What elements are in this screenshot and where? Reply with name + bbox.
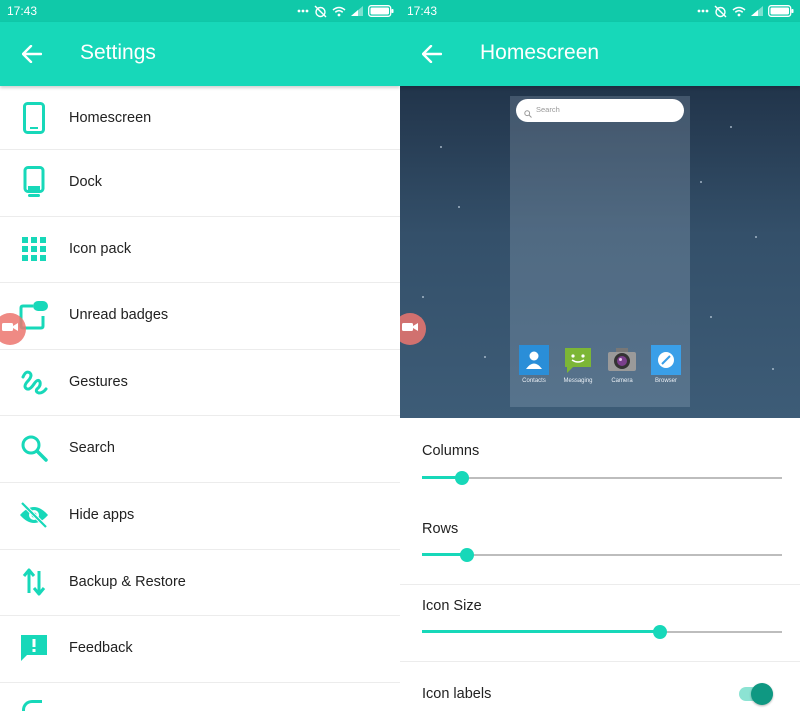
- settings-item-feedback[interactable]: Feedback: [0, 616, 400, 683]
- settings-item-label: Hide apps: [69, 506, 135, 523]
- swap-vertical-icon: [18, 565, 50, 599]
- wallpaper-star: [755, 236, 757, 238]
- wallpaper-star: [700, 181, 702, 183]
- icon-size-setting: Icon Size: [400, 585, 800, 661]
- status-icons: [697, 4, 794, 18]
- app-bar: Settings: [0, 22, 400, 86]
- alarm-off-icon: [314, 5, 327, 18]
- icon-size-slider[interactable]: [422, 622, 782, 642]
- preview-dock: Contacts Messaging Camera Browser: [516, 345, 684, 393]
- icon-labels-toggle[interactable]: [738, 680, 774, 708]
- wifi-icon: [332, 6, 346, 17]
- eye-off-icon: [18, 498, 50, 532]
- settings-item-unread-badges[interactable]: Unread badges: [0, 283, 400, 350]
- preview-app-contacts: Contacts: [516, 345, 552, 393]
- settings-item-label: Gestures: [69, 373, 128, 390]
- preview-app-label: Camera: [611, 378, 633, 384]
- columns-label: Columns: [422, 443, 480, 459]
- camera-icon: [607, 345, 637, 375]
- page-title: Settings: [80, 41, 156, 64]
- search-icon: [18, 431, 50, 465]
- settings-item-label: Feedback: [69, 640, 133, 657]
- preview-phone-frame: Search Contacts Messaging Camera Browser: [510, 96, 690, 407]
- slider-track: [422, 477, 782, 479]
- wallpaper-star: [772, 368, 774, 370]
- wifi-icon: [732, 6, 746, 17]
- arrow-back-icon[interactable]: [18, 40, 46, 68]
- partial-next-item-icon: [22, 700, 42, 711]
- app-bar: Homescreen: [400, 22, 800, 86]
- settings-item-hide-apps[interactable]: Hide apps: [0, 483, 400, 550]
- columns-setting: Columns: [400, 418, 800, 506]
- browser-icon: [651, 345, 681, 375]
- battery-icon: [368, 5, 394, 17]
- settings-item-icon-pack[interactable]: Icon pack: [0, 217, 400, 284]
- preview-search-placeholder: Search: [536, 105, 560, 114]
- settings-item-label: Icon pack: [69, 240, 132, 257]
- columns-slider[interactable]: [422, 468, 782, 488]
- wallpaper-star: [458, 206, 460, 208]
- settings-item-label: Homescreen: [69, 110, 152, 126]
- feedback-icon: [18, 631, 50, 665]
- slider-thumb[interactable]: [454, 471, 469, 485]
- signal-icon: [351, 6, 363, 16]
- messaging-icon: [563, 345, 593, 375]
- contacts-icon: [519, 345, 549, 375]
- slider-thumb[interactable]: [652, 625, 667, 639]
- more-dots-icon: [697, 9, 709, 13]
- more-dots-icon: [297, 9, 309, 13]
- toggle-thumb[interactable]: [751, 683, 773, 705]
- slider-track: [422, 554, 782, 556]
- search-icon: [524, 105, 532, 123]
- grid-icon: [18, 232, 50, 266]
- rows-slider[interactable]: [422, 545, 782, 565]
- preview-app-camera: Camera: [604, 345, 640, 393]
- status-icons: [297, 4, 394, 18]
- settings-item-label: Backup & Restore: [69, 573, 186, 590]
- signal-icon: [751, 6, 763, 16]
- wallpaper-star: [484, 356, 486, 358]
- wallpaper-star: [440, 146, 442, 148]
- preview-app-messaging: Messaging: [560, 345, 596, 393]
- status-time: 17:43: [7, 4, 38, 18]
- rows-setting: Rows: [400, 506, 800, 584]
- settings-screen: 17:43 Settings Homescreen Dock Icon pack…: [0, 0, 400, 711]
- preview-app-browser: Browser: [648, 345, 684, 393]
- preview-app-label: Messaging: [563, 378, 593, 384]
- camera-record-icon: [1, 320, 19, 338]
- wallpaper-star: [422, 296, 424, 298]
- settings-item-backup-restore[interactable]: Backup & Restore: [0, 550, 400, 617]
- battery-icon: [768, 5, 794, 17]
- wallpaper-star: [710, 316, 712, 318]
- camera-record-icon: [401, 320, 419, 338]
- rows-label: Rows: [422, 521, 459, 537]
- icon-size-label: Icon Size: [422, 598, 482, 614]
- preview-app-label: Contacts: [522, 378, 546, 384]
- alarm-off-icon: [714, 5, 727, 18]
- icon-labels-label: Icon labels: [422, 686, 492, 702]
- preview-app-label: Browser: [654, 378, 677, 384]
- slider-thumb[interactable]: [460, 548, 474, 562]
- status-bar: 17:43: [0, 0, 400, 22]
- settings-item-dock[interactable]: Dock: [0, 150, 400, 217]
- status-bar: 17:43: [400, 0, 800, 22]
- settings-item-label: Search: [69, 440, 115, 457]
- settings-item-label: Unread badges: [69, 307, 169, 324]
- settings-item-label: Dock: [69, 174, 103, 190]
- wallpaper-star: [730, 126, 732, 128]
- phone-icon: [18, 101, 50, 135]
- dock-icon: [18, 165, 50, 199]
- settings-item-gestures[interactable]: Gestures: [0, 350, 400, 417]
- settings-item-homescreen[interactable]: Homescreen: [0, 86, 400, 150]
- status-time: 17:43: [407, 4, 438, 18]
- preview-search-bar: Search: [516, 99, 684, 122]
- homescreen-screen: 17:43 Homescreen Search Contacts Messagi…: [400, 0, 800, 711]
- page-title: Homescreen: [480, 41, 600, 64]
- settings-list: Homescreen Dock Icon pack Unread badges: [0, 86, 400, 683]
- homescreen-preview: Search Contacts Messaging Camera Browser: [400, 86, 800, 418]
- settings-item-search[interactable]: Search: [0, 416, 400, 483]
- arrow-back-icon[interactable]: [418, 40, 446, 68]
- gesture-icon: [18, 365, 50, 399]
- slider-fill: [422, 630, 660, 633]
